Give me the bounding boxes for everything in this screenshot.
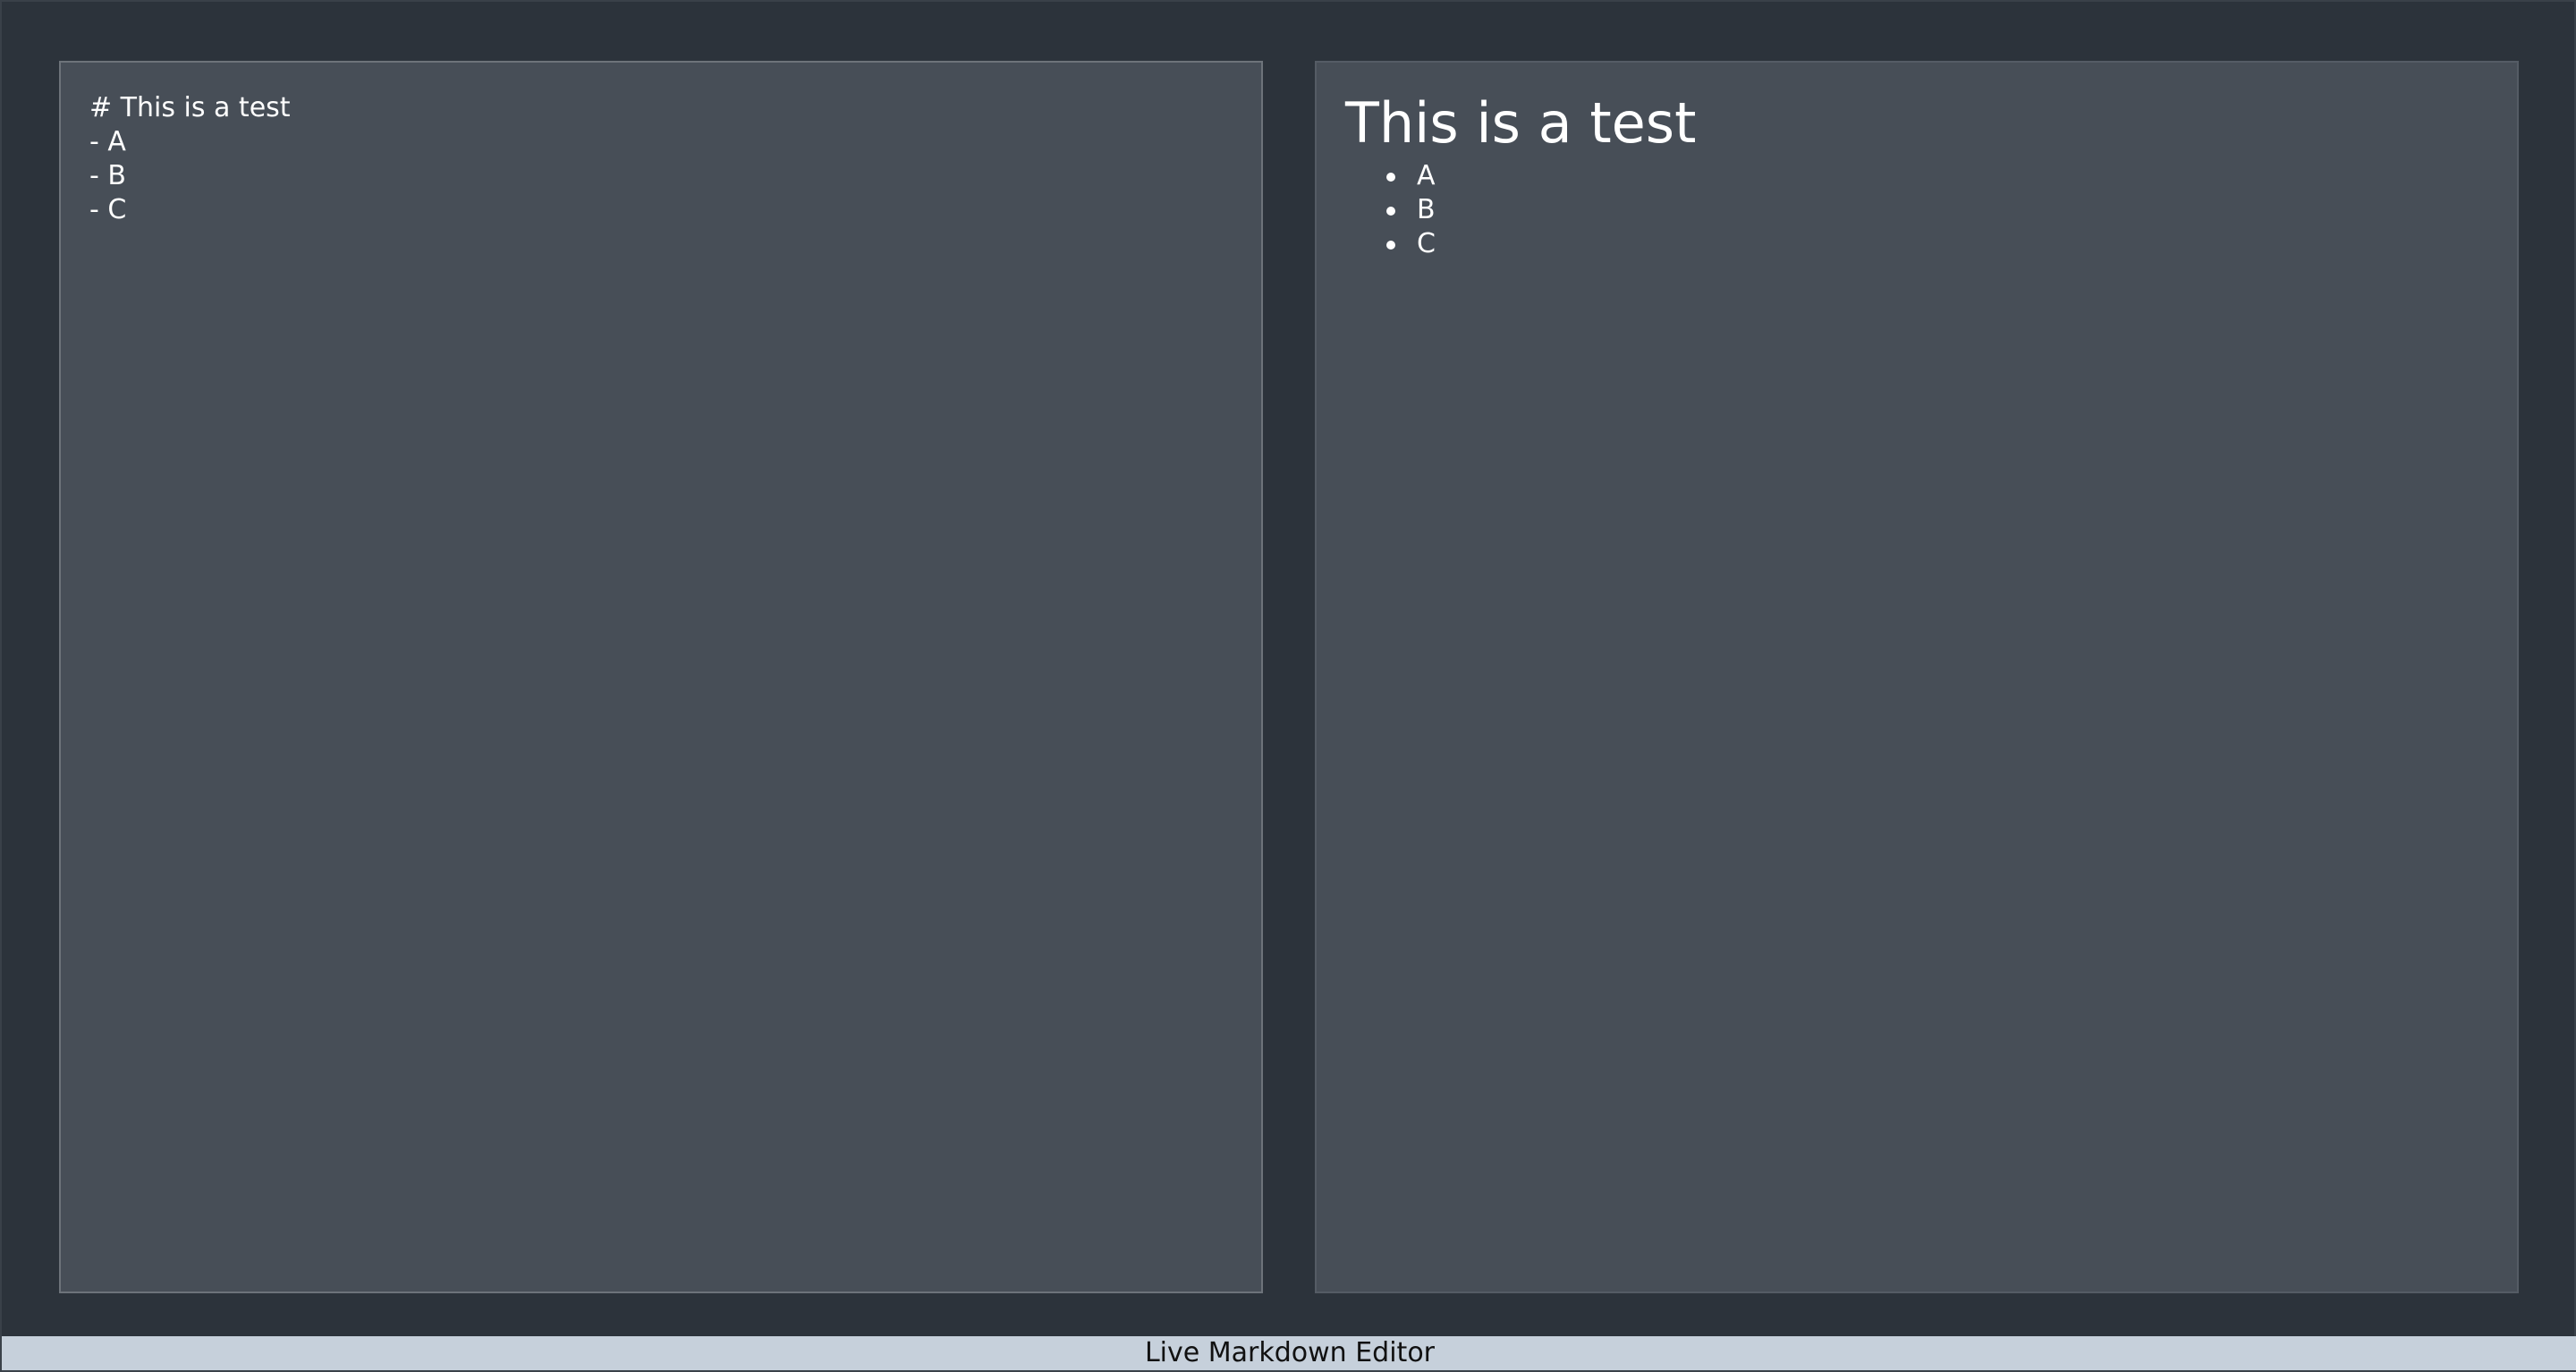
editor-pane: # This is a test - A - B - C [59,61,1263,1293]
preview-pane: This is a test A B C [1315,61,2519,1293]
rendered-preview: This is a test A B C [1345,88,2488,261]
list-item: A [1386,159,2488,193]
list-item-text: B [1417,194,1436,225]
list-item-text: C [1417,228,1436,259]
list-item-text: A [1417,160,1436,191]
bullet-icon [1386,241,1395,250]
markdown-editor-app: # This is a test - A - B - C This is a t… [0,0,2576,1372]
bullet-icon [1386,207,1395,216]
list-item: B [1386,193,2488,227]
list-item: C [1386,227,2488,261]
preview-heading: This is a test [1345,90,1697,156]
app-footer-title: Live Markdown Editor [2,1336,2576,1370]
preview-list: A B C [1345,159,2488,261]
markdown-input[interactable]: # This is a test - A - B - C [89,91,1233,1263]
bullet-icon [1386,173,1395,182]
